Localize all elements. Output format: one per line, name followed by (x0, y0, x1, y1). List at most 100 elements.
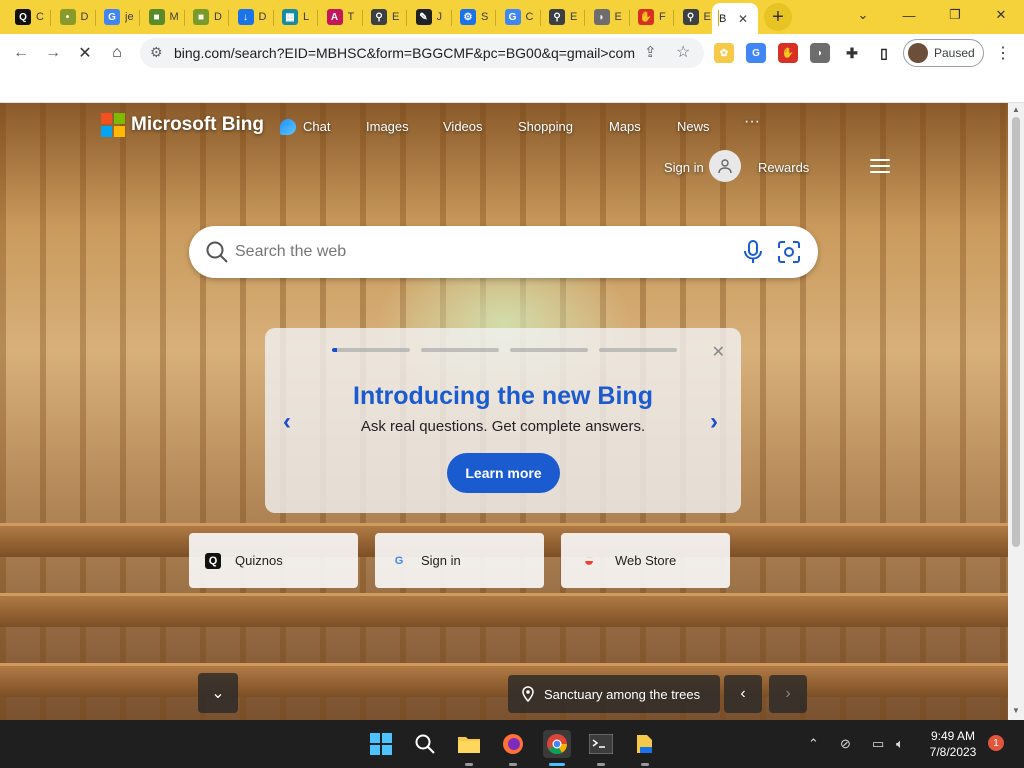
forward-icon[interactable]: → (40, 40, 66, 66)
browser-tab[interactable]: ⚲ E (676, 3, 722, 31)
rewards-link[interactable]: Rewards (758, 160, 809, 175)
visual-search-icon[interactable] (777, 240, 801, 264)
extension-shield-icon[interactable]: ◗ (810, 43, 830, 63)
browser-tab[interactable]: ↓ D (231, 3, 277, 31)
scrollbar-thumb[interactable] (1012, 117, 1020, 547)
home-icon[interactable]: ⌂ (104, 40, 130, 66)
nav-videos[interactable]: Videos (443, 119, 483, 134)
carousel-progress (332, 348, 677, 352)
browser-tab[interactable]: ✎ J (409, 3, 455, 31)
tab-separator (628, 10, 630, 26)
search-box[interactable] (189, 226, 818, 278)
menu-dots-icon[interactable]: ⋮ (990, 40, 1016, 66)
nav-maps[interactable]: Maps (609, 119, 641, 134)
tab-title: D (258, 11, 267, 23)
profile-button[interactable]: Paused (903, 39, 984, 67)
microphone-icon[interactable] (742, 240, 764, 264)
display-icon[interactable]: ▭ (872, 736, 884, 752)
tab-separator (406, 10, 407, 26)
nav-more[interactable]: ··· (744, 113, 760, 131)
scroll-up-arrow-icon[interactable]: ▲ (1012, 105, 1020, 114)
browser-tab[interactable]: ⚙ S (453, 3, 499, 31)
close-tab-icon[interactable]: ✕ (738, 12, 748, 26)
sign-in-link[interactable]: Sign in (664, 160, 704, 175)
new-tab-button[interactable]: + (764, 3, 792, 31)
extensions-puzzle-icon[interactable]: ✚ (842, 43, 862, 63)
page-scrollbar[interactable]: ▲ ▼ (1008, 103, 1024, 720)
learn-more-button[interactable]: Learn more (447, 453, 560, 493)
browser-tab[interactable]: Gje (97, 3, 143, 31)
chrome-icon[interactable] (543, 730, 571, 758)
tab-separator (317, 10, 318, 26)
chat-icon[interactable] (280, 119, 296, 135)
network-off-icon[interactable]: ⊘ (840, 736, 851, 752)
browser-tab[interactable]: ■ D (186, 3, 232, 31)
previous-image-button[interactable]: ‹ (724, 675, 762, 713)
tab-separator (272, 10, 274, 26)
quick-link-sign-in[interactable]: G Sign in (375, 533, 544, 588)
site-info-icon[interactable]: ⚙ (150, 44, 163, 61)
scroll-down-arrow-icon[interactable]: ▼ (1012, 706, 1020, 715)
browser-tab[interactable]: • D (53, 3, 99, 31)
back-icon[interactable]: ← (8, 40, 34, 66)
search-input[interactable] (235, 240, 715, 264)
address-bar[interactable]: ⚙ bing.com/search?EID=MBHSC&form=BGGCMF&… (140, 38, 704, 68)
share-icon[interactable]: ⇪ (644, 43, 657, 61)
carousel-dot[interactable] (421, 348, 499, 352)
close-promo-icon[interactable]: ✕ (712, 342, 725, 362)
next-image-button[interactable]: › (769, 675, 807, 713)
system-clock[interactable]: 9:49 AM 7/8/2023 (918, 728, 988, 760)
browser-tab[interactable]: GC (498, 3, 544, 31)
taskbar-search-icon[interactable] (411, 730, 439, 758)
firefox-icon[interactable] (499, 730, 527, 758)
nav-news[interactable]: News (677, 119, 710, 134)
tab-title: E (392, 11, 400, 23)
browser-tab[interactable]: ⚲ E (364, 3, 410, 31)
background-bench (0, 593, 1008, 627)
nav-chat[interactable]: Chat (303, 119, 330, 134)
file-explorer-icon[interactable] (455, 730, 483, 758)
extension-thumb-icon[interactable]: ✋ (778, 43, 798, 63)
browser-tab[interactable]: ⚲ E (542, 3, 588, 31)
stop-loading-icon[interactable]: ✕ (72, 40, 98, 66)
browser-tab[interactable]: ◗ E (587, 3, 633, 31)
notification-badge[interactable]: 1 (988, 735, 1004, 751)
search-icon: ⚲ (682, 9, 699, 25)
quick-link-web-store[interactable]: ◒ Web Store (561, 533, 730, 588)
nav-shopping[interactable]: Shopping (518, 119, 573, 134)
tab-search-icon[interactable]: ⌄ (840, 0, 886, 30)
nav-images[interactable]: Images (366, 119, 409, 134)
browser-tab[interactable]: AT (320, 3, 366, 31)
hamburger-menu-icon[interactable] (870, 159, 890, 173)
url-text[interactable]: bing.com/search?EID=MBHSC&form=BGGCMF&pc… (174, 45, 635, 61)
google-translate-icon[interactable]: G (746, 43, 766, 63)
browser-tab[interactable]: ✋ F (631, 3, 677, 31)
file-manager-icon[interactable] (631, 730, 659, 758)
running-indicator (641, 763, 649, 766)
browser-tab[interactable]: ■ M (142, 3, 188, 31)
side-panel-icon[interactable]: ▯ (874, 43, 894, 63)
windows-start-icon[interactable] (367, 730, 395, 758)
scroll-down-button[interactable]: ⌄ (198, 673, 238, 713)
carousel-dot[interactable] (510, 348, 588, 352)
terminal-icon[interactable] (587, 730, 615, 758)
ink-icon: ✎ (415, 9, 432, 25)
volume-icon[interactable]: 🔈︎ (896, 736, 904, 752)
browser-tab[interactable]: ▦ L (275, 3, 321, 31)
tab-title: C (525, 11, 534, 23)
carousel-dot[interactable] (332, 348, 410, 352)
bookmark-star-icon[interactable]: ☆ (676, 42, 690, 62)
minimize-icon[interactable]: — (886, 0, 932, 30)
show-hidden-icons-icon[interactable]: ⌃ (808, 736, 819, 752)
restore-icon[interactable]: ❐ (932, 0, 978, 30)
close-window-icon[interactable]: ✕ (978, 0, 1024, 30)
bing-logo[interactable]: Microsoft Bing (101, 113, 264, 137)
new-bing-promo-card: ✕ ‹ › Introducing the new Bing Ask real … (265, 328, 741, 513)
browser-tab[interactable]: QC (8, 3, 54, 31)
quick-link-quiznos[interactable]: Q Quiznos (189, 533, 358, 588)
carousel-dot[interactable] (599, 348, 677, 352)
quick-link-label: Quiznos (235, 553, 283, 568)
user-avatar-icon[interactable] (709, 150, 741, 182)
extension-flower-icon[interactable]: ✿ (714, 43, 734, 63)
image-caption[interactable]: Sanctuary among the trees (508, 675, 720, 713)
